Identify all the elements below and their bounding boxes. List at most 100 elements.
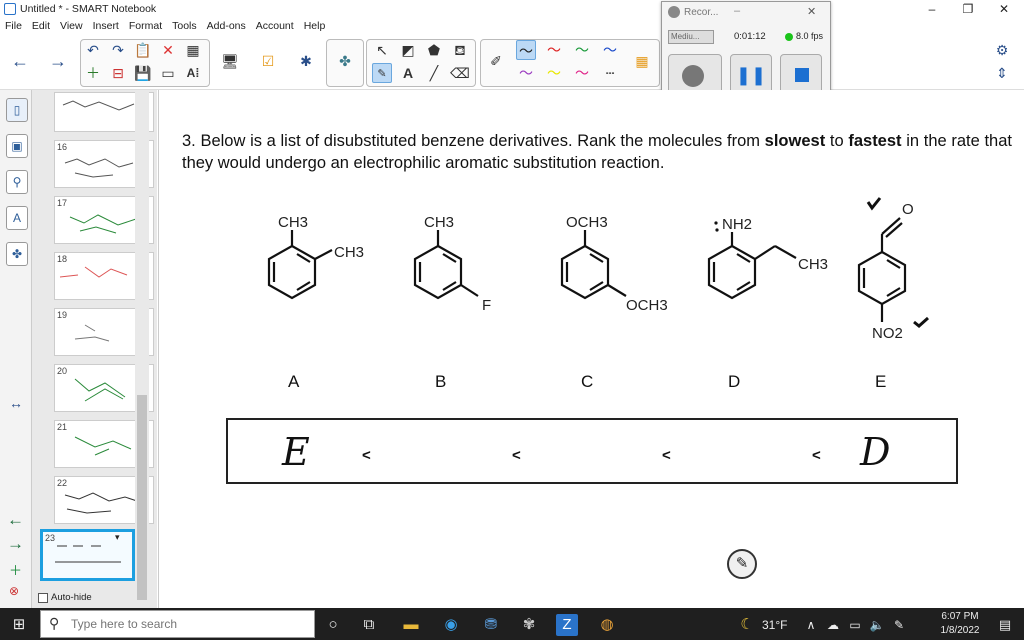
pen-black-icon[interactable]: 〜 — [516, 40, 536, 60]
onedrive-icon[interactable]: ☁ — [822, 614, 844, 636]
clock-date[interactable]: 1/8/2022 — [936, 625, 984, 636]
record-circle-icon — [682, 65, 704, 87]
addons-tab-icon[interactable]: ✤ — [6, 242, 28, 266]
pen-tray-icon[interactable]: ✎ — [888, 614, 910, 636]
search-input[interactable] — [71, 617, 301, 631]
restore-button[interactable]: ❐ — [950, 0, 986, 18]
less-than-1: < — [362, 447, 371, 464]
eraser-icon[interactable]: ⌫ — [450, 63, 470, 83]
paste-icon[interactable]: 📋 — [133, 40, 153, 60]
notifications-icon[interactable]: ▤ — [994, 614, 1016, 636]
taskbar-search[interactable]: ⚲ — [40, 610, 315, 638]
fill-shape-icon[interactable]: ⬟ — [424, 40, 444, 60]
resize-arrows-icon[interactable]: ↔ — [9, 395, 23, 411]
page-back-icon[interactable]: ← — [7, 510, 24, 530]
network-icon[interactable]: ▭ — [844, 614, 866, 636]
minimize-button[interactable]: – — [914, 0, 950, 18]
delete-icon[interactable]: ✕ — [158, 40, 178, 60]
undo-icon[interactable]: ↶ — [83, 40, 103, 60]
properties-tab-icon[interactable]: A — [6, 206, 28, 230]
gallery-tab-icon[interactable]: ▣ — [6, 134, 28, 158]
recorder-window: Recor... – ✕ Mediu... 0:01:12 8.0 fps ❚❚ — [661, 1, 831, 101]
edge-icon[interactable]: ◉ — [440, 614, 462, 636]
attachments-tab-icon[interactable]: ⚲ — [6, 170, 28, 194]
shape-tool-icon[interactable]: ◩ — [398, 40, 418, 60]
pen-pink-icon[interactable]: 〜 — [572, 63, 592, 83]
clock-time[interactable]: 6:07 PM — [936, 611, 984, 622]
handwritten-check-top — [866, 197, 882, 211]
volume-icon[interactable]: 🔈 — [866, 614, 888, 636]
molecule-label-b: B — [435, 372, 447, 391]
slide-thumbnail-current[interactable]: 23 ▾ — [40, 529, 135, 581]
menu-file[interactable]: File — [0, 18, 27, 34]
pen-tool-icon[interactable]: ✎ — [372, 63, 392, 83]
molecule-b-sub1: CH3 — [424, 214, 455, 231]
settings-gear-icon[interactable]: ⚙ — [992, 40, 1012, 60]
less-than-2: < — [512, 447, 521, 464]
molecule-c-sub1: OCH3 — [566, 214, 608, 231]
menu-tools[interactable]: Tools — [167, 18, 202, 34]
menu-account[interactable]: Account — [251, 18, 299, 34]
move-toolbar-icon[interactable]: ⇕ — [992, 63, 1012, 83]
molecule-b-sub2: F — [482, 297, 492, 314]
lone-pair-dot — [715, 228, 719, 232]
screen-shade-icon[interactable]: ▭ — [158, 63, 178, 83]
recorder-close-button[interactable]: ✕ — [807, 5, 816, 18]
tray-chevron-icon[interactable]: ∧ — [800, 614, 822, 636]
ranking-answer-box — [226, 418, 958, 484]
store-icon[interactable]: ⛃ — [480, 614, 502, 636]
text-tool-icon[interactable]: A — [398, 63, 418, 83]
add-page-rail-icon[interactable]: ＋ — [9, 560, 22, 579]
floating-pen-button[interactable]: ✎ — [727, 549, 757, 579]
delete-page-rail-icon[interactable]: ⊗ — [9, 584, 19, 598]
save-icon[interactable]: 💾 — [133, 63, 153, 83]
close-button[interactable]: ✕ — [986, 0, 1022, 18]
menu-help[interactable]: Help — [299, 18, 331, 34]
select-arrow-icon[interactable]: ↖ — [372, 40, 392, 60]
file-explorer-icon[interactable]: ▬ — [400, 614, 422, 636]
sorter-scroll-thumb[interactable] — [137, 395, 147, 600]
response-icon[interactable]: ☑ — [258, 51, 278, 71]
status-dot-icon — [785, 33, 793, 41]
menu-addons[interactable]: Add-ons — [202, 18, 251, 34]
addons-icon[interactable]: ✱ — [296, 51, 316, 71]
smart-notebook-task-icon[interactable]: Z — [556, 614, 578, 636]
quality-dropdown[interactable]: Mediu... — [668, 30, 714, 44]
menu-view[interactable]: View — [55, 18, 88, 34]
back-arrow-icon[interactable]: ← — [10, 51, 30, 71]
display-icon[interactable]: 🖥 — [220, 51, 240, 71]
pen-purple-icon[interactable]: 〜 — [516, 63, 536, 83]
task-view-icon[interactable]: ⧉ — [358, 614, 380, 636]
autohide-checkbox[interactable] — [38, 593, 48, 603]
menu-insert[interactable]: Insert — [88, 18, 124, 34]
chrome-icon[interactable]: ◍ — [596, 614, 618, 636]
pen-green-icon[interactable]: 〜 — [572, 40, 592, 60]
paint-icon[interactable]: ✾ — [518, 614, 540, 636]
line-tool-icon[interactable]: ╱ — [424, 63, 444, 83]
pen-blue-icon[interactable]: 〜 — [600, 40, 620, 60]
question-number: 3. — [182, 132, 196, 150]
forward-arrow-icon[interactable]: → — [48, 51, 68, 71]
pen-icon[interactable]: ✐ — [486, 51, 506, 71]
pen-red-icon[interactable]: 〜 — [544, 40, 564, 60]
recorder-minimize-button[interactable]: – — [734, 5, 740, 17]
menu-bar: File Edit View Insert Format Tools Add-ons Acco… — [0, 18, 1024, 35]
text-format-icon[interactable]: A⁞ — [183, 63, 203, 83]
menu-edit[interactable]: Edit — [27, 18, 55, 34]
page-forward-icon[interactable]: → — [7, 534, 24, 554]
page-sorter-tab-icon[interactable]: ▯ — [6, 98, 28, 122]
redo-icon[interactable]: ↷ — [108, 40, 128, 60]
delete-page-icon[interactable]: ⊟ — [108, 63, 128, 83]
add-page-icon[interactable]: ＋ — [83, 63, 103, 83]
slide-menu-chevron-icon[interactable]: ▾ — [115, 532, 120, 543]
paint-fill-icon[interactable]: ⛾ — [450, 40, 470, 60]
menu-format[interactable]: Format — [124, 18, 167, 34]
pen-yellow-icon[interactable]: 〜 — [544, 63, 564, 83]
cortana-icon[interactable]: ○ — [322, 614, 344, 636]
windows-start-icon[interactable]: ⊞ — [8, 614, 30, 636]
smart-notebook-icon — [4, 3, 16, 15]
puzzle-icon[interactable]: ✤ — [335, 51, 355, 71]
palette-icon[interactable]: ▦ — [632, 51, 652, 71]
table-icon[interactable]: ▦ — [183, 40, 203, 60]
pen-dashed-icon[interactable]: ┄ — [600, 63, 620, 83]
